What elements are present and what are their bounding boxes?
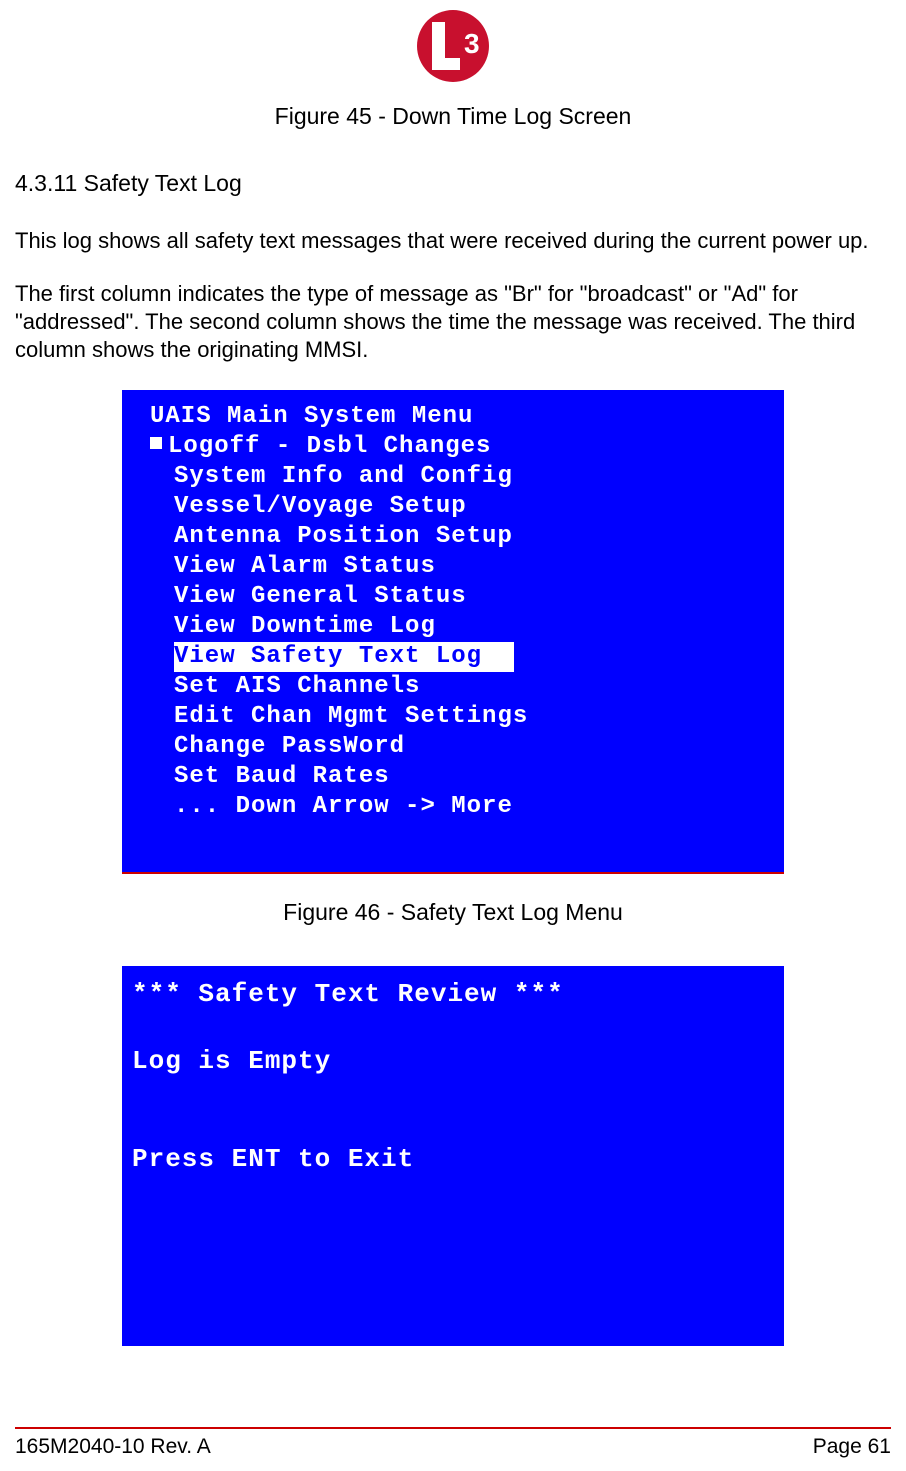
menu-item-11: Set Baud Rates — [132, 762, 774, 792]
figure-45-caption: Figure 45 - Down Time Log Screen — [15, 103, 891, 130]
screen2-title: *** Safety Text Review *** — [132, 978, 774, 1012]
paragraph-2: The first column indicates the type of m… — [15, 280, 891, 364]
menu-item-8: Set AIS Channels — [132, 672, 774, 702]
section-heading: 4.3.11 Safety Text Log — [15, 170, 891, 197]
l3-logo: 3 — [417, 10, 489, 82]
footer-left: 165M2040-10 Rev. A — [15, 1435, 211, 1459]
footer-right: Page 61 — [813, 1435, 891, 1459]
screen2-line2: Log is Empty — [132, 1045, 774, 1079]
menu-screenshot-2: *** Safety Text Review *** Log is Empty … — [122, 966, 784, 1346]
menu-item-2: Vessel/Voyage Setup — [132, 492, 774, 522]
page-footer: 165M2040-10 Rev. A Page 61 — [15, 1427, 891, 1459]
menu-item-10: Change PassWord — [132, 732, 774, 762]
menu-item-selected: View Safety Text Log — [174, 642, 514, 672]
cursor-icon — [150, 437, 162, 449]
figure-46-caption: Figure 46 - Safety Text Log Menu — [15, 899, 891, 926]
menu-item-0: Logoff - Dsbl Changes — [132, 432, 774, 462]
menu-item-4: View Alarm Status — [132, 552, 774, 582]
screen2-line3: Press ENT to Exit — [132, 1143, 774, 1177]
menu-screenshot-1: UAIS Main System Menu Logoff - Dsbl Chan… — [122, 390, 784, 874]
menu-item-7: View Safety Text Log — [132, 642, 774, 672]
menu-item-1: System Info and Config — [132, 462, 774, 492]
menu-title: UAIS Main System Menu — [132, 402, 774, 432]
menu-item-3: Antenna Position Setup — [132, 522, 774, 552]
svg-text:3: 3 — [464, 28, 480, 59]
menu-item-12: ... Down Arrow -> More — [132, 792, 774, 822]
menu-item-6: View Downtime Log — [132, 612, 774, 642]
logo-container: 3 — [15, 10, 891, 88]
paragraph-1: This log shows all safety text messages … — [15, 227, 891, 255]
menu-item-5: View General Status — [132, 582, 774, 612]
menu-item-9: Edit Chan Mgmt Settings — [132, 702, 774, 732]
